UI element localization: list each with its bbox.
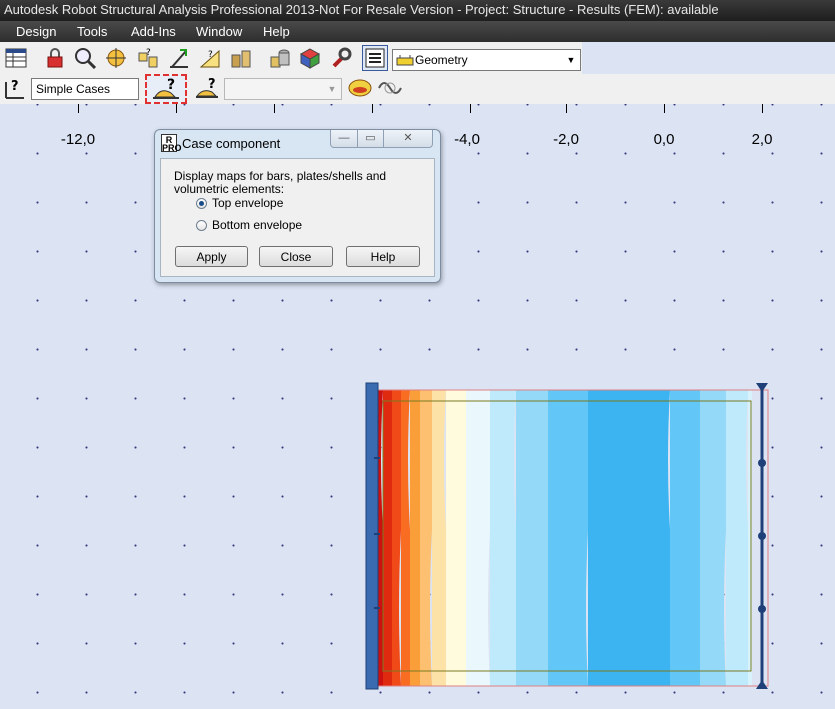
case-definition-icon[interactable]: ? [2,76,26,100]
tools-wrench-icon[interactable] [329,46,353,70]
map-band [420,390,434,686]
ruler-tick [372,104,373,113]
zoom-icon[interactable] [73,46,97,70]
ruler-tick [176,104,177,113]
close-button[interactable]: Close [259,246,333,267]
pan-target-icon[interactable] [104,46,128,70]
ruler-label: 0,0 [653,131,675,148]
tables-icon[interactable] [4,46,28,70]
map-band [726,390,750,686]
map-band [466,390,492,686]
dialog-title: Case component [182,136,281,151]
window-title: Autodesk Robot Structural Analysis Profe… [0,0,835,21]
ruler-tick [470,104,471,113]
help-button[interactable]: Help [346,246,420,267]
ruler-tick [664,104,665,113]
layout-selector-icon[interactable] [362,45,388,71]
menu-design[interactable]: Design [16,21,56,42]
ruler-tick [566,104,567,113]
map-band [670,390,700,686]
ruler-label: 2,0 [751,131,773,148]
materials-icon[interactable] [229,46,253,70]
case-type-combo[interactable]: Simple Cases [31,78,139,100]
chevron-down-icon: ▼ [566,55,576,65]
support-icon [756,383,768,392]
load-cases-icon[interactable]: ? [136,46,160,70]
map-band [383,390,392,686]
node-icon [758,532,766,540]
ruler-label: -12,0 [60,131,96,148]
results-toolbar: ? Simple Cases ? ? ▼ [0,74,835,105]
menu-help[interactable]: Help [263,21,290,42]
minimize-button[interactable]: — [330,130,358,148]
left-support-bar [365,382,379,690]
map-band [548,390,590,686]
ruler-label: -4,0 [454,131,480,148]
menu-bar: Design Tools Add-Ins Window Help [0,21,835,42]
map-display-icon[interactable] [346,76,374,100]
support-icon [756,680,768,689]
main-toolbar: ? ? Geometry ▼ [0,42,582,75]
map-band [446,390,466,686]
svg-text:?: ? [11,79,19,94]
case-component-button[interactable]: ? [145,74,187,104]
apply-button[interactable]: Apply [175,246,248,267]
ruler-tick [78,104,79,113]
lock-icon[interactable] [43,46,67,70]
calculation-icon[interactable] [167,46,191,70]
bottom-envelope-label[interactable]: Bottom envelope [212,218,302,232]
case-component-dialog: R PRO Case component — ▭ ✕ Display maps … [154,129,441,283]
map-band [410,390,420,686]
node-icon [758,605,766,613]
geometry-layout-icon [396,55,414,66]
menu-tools[interactable]: Tools [77,21,107,42]
ruler-tick [762,104,763,113]
dialog-body: Display maps for bars, plates/shells and… [160,158,435,277]
robot-app-icon: R PRO [161,134,182,153]
menu-window[interactable]: Window [196,21,242,42]
close-window-button[interactable]: ✕ [383,130,433,148]
layout-combo[interactable]: Geometry ▼ [392,49,581,71]
bottom-envelope-radio[interactable] [196,220,207,231]
map-bands [372,390,752,686]
map-band [516,390,548,686]
ruler-label: -2,0 [553,131,579,148]
structure-model-icon[interactable] [298,46,322,70]
svg-text:?: ? [208,50,213,60]
component-combo[interactable]: ▼ [224,78,342,100]
result-map[interactable] [362,380,774,692]
layout-combo-value: Geometry [415,53,468,67]
top-envelope-radio[interactable] [196,198,207,209]
dialog-description: Display maps for bars, plates/shells and… [174,169,387,196]
map-band [432,390,448,686]
deformation-wave-icon[interactable] [376,76,404,100]
svg-text:?: ? [146,48,151,58]
sections-icon[interactable] [267,46,291,70]
case-order-icon[interactable]: ? [193,76,221,100]
measure-icon[interactable]: ? [198,46,222,70]
svg-text:?: ? [208,77,216,92]
node-icon [758,459,766,467]
menu-add-ins[interactable]: Add-Ins [131,21,176,42]
top-envelope-label[interactable]: Top envelope [212,196,283,210]
map-band [700,390,728,686]
maximize-button[interactable]: ▭ [357,130,384,148]
map-band [588,390,672,686]
map-band [490,390,518,686]
ruler-tick [274,104,275,113]
chevron-down-icon: ▼ [327,84,337,94]
case-type-value: Simple Cases [36,82,111,96]
case-component-icon: ? [153,77,179,99]
svg-text:?: ? [167,77,175,93]
